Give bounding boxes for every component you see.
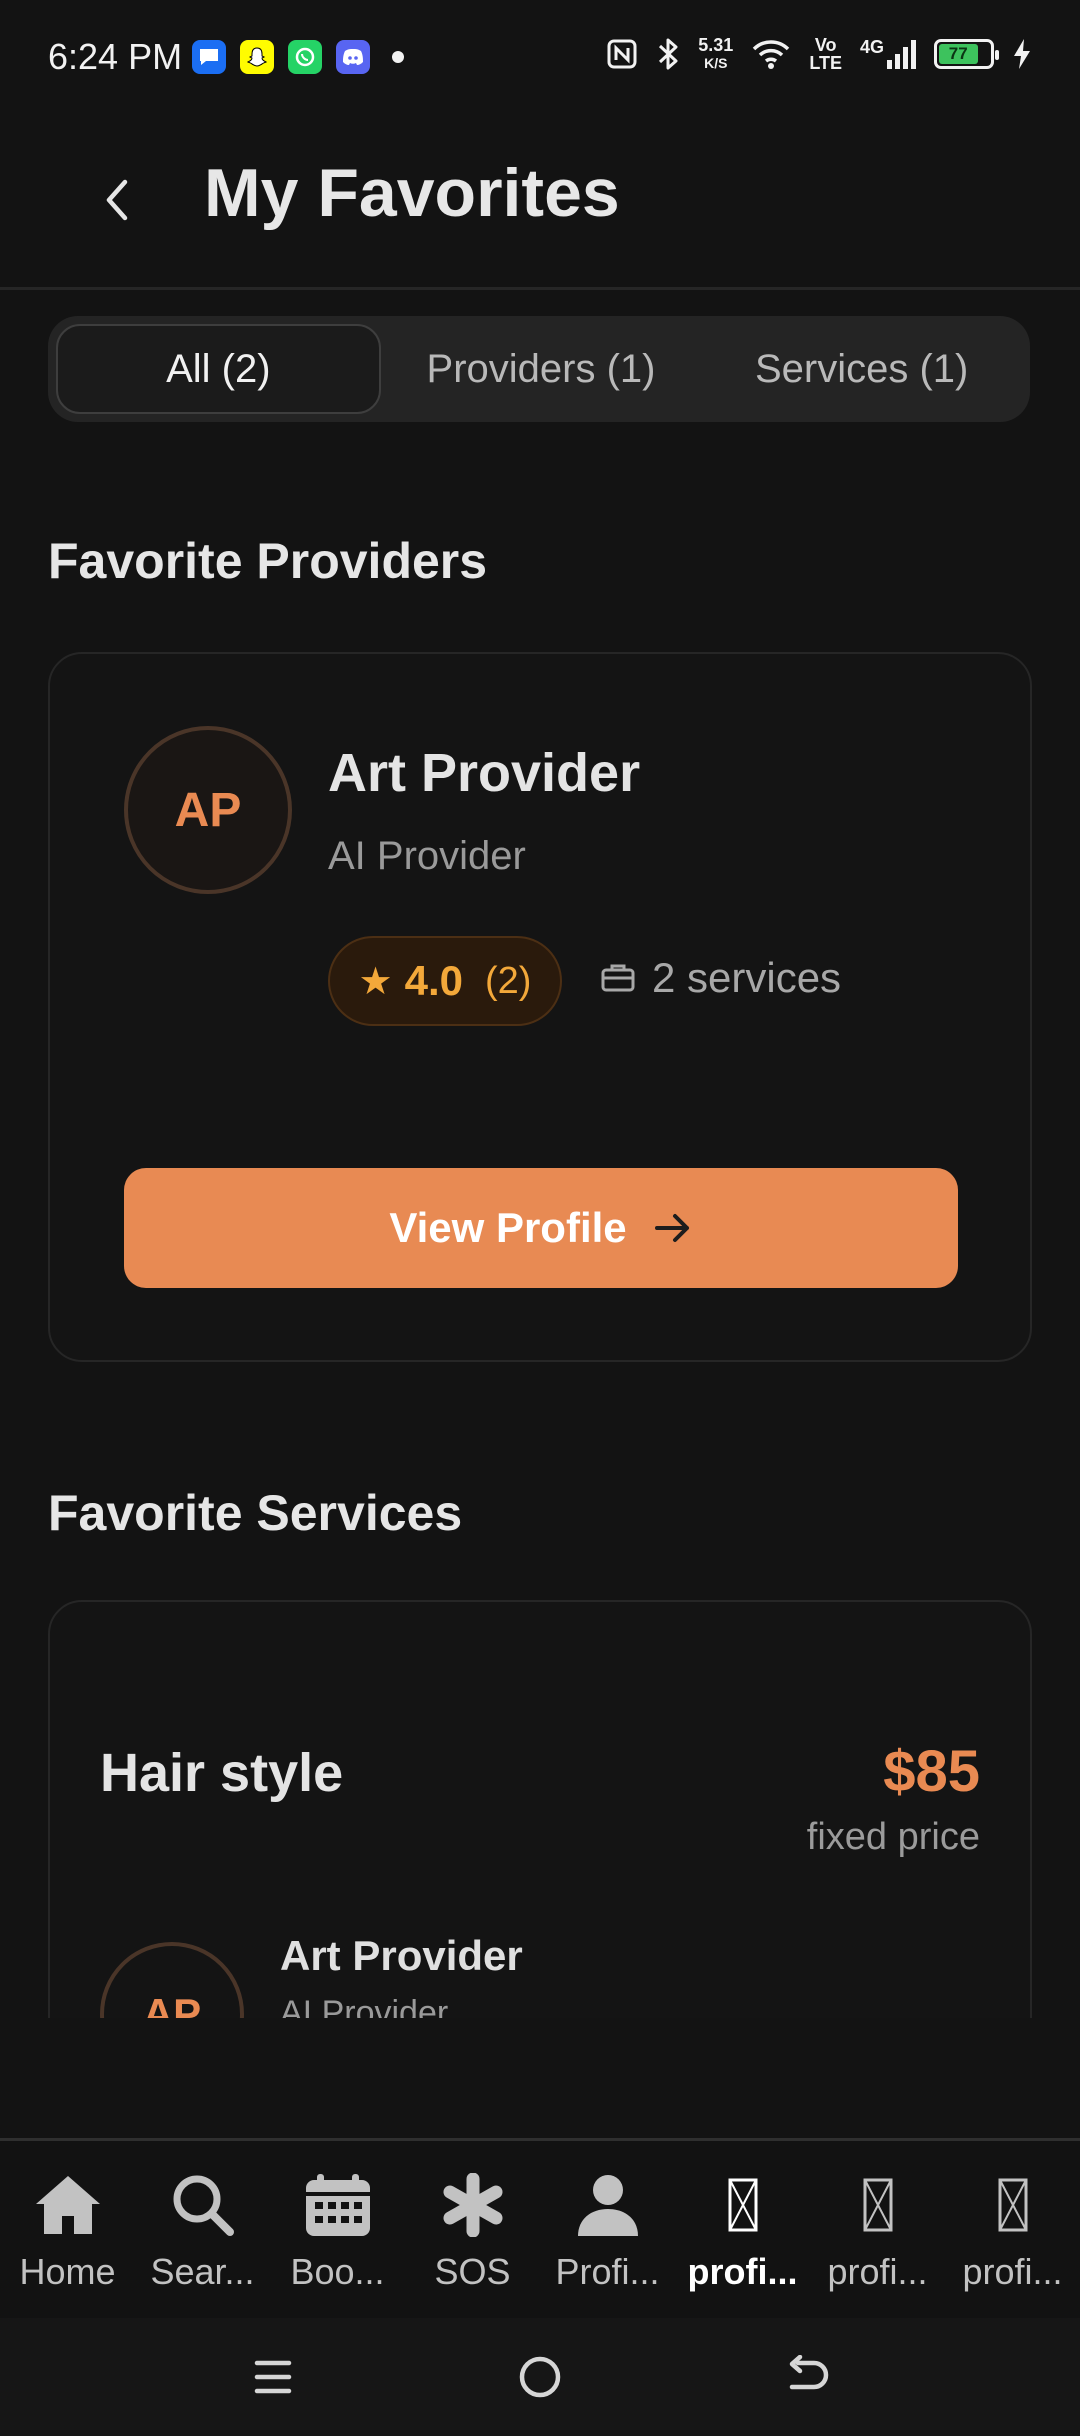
service-provider-avatar: AP: [100, 1942, 244, 2018]
volte-bottom: LTE: [809, 53, 842, 73]
page-title: My Favorites: [204, 155, 620, 231]
rating-count: (2): [485, 959, 532, 1002]
service-provider-name: Art Provider: [280, 1932, 523, 1979]
calendar-icon: [300, 2167, 376, 2243]
app-header: My Favorites: [0, 110, 1080, 290]
missing-glyph-icon: [705, 2167, 781, 2243]
circle-home-icon: [519, 2356, 561, 2398]
discord-notification-icon: [336, 40, 370, 74]
net-speed-value: 5.31: [698, 35, 734, 55]
nav-search-label: Sear...: [150, 2251, 255, 2292]
rating-value: 4.0: [404, 957, 463, 1004]
whatsapp-notification-icon: [288, 40, 322, 74]
signal-icon: [887, 40, 916, 69]
service-provider-role: AI Provider: [280, 1994, 449, 2018]
snapchat-notification-icon: [240, 40, 274, 74]
system-icons: 5.31 K/S Vo LTE 4G 77: [606, 36, 1032, 72]
battery-icon: 77: [934, 39, 999, 69]
nav-bookings[interactable]: Boo...: [270, 2141, 405, 2318]
volte-top: Vo: [814, 35, 837, 55]
tab-providers[interactable]: Providers (1): [381, 324, 702, 414]
more-notifications-dot: [392, 51, 404, 63]
notification-icons: [192, 40, 404, 74]
nav-profile-3-label: profi...: [827, 2251, 928, 2292]
net-speed-unit: K/S: [704, 55, 728, 71]
nfc-icon: [607, 39, 637, 69]
system-nav-bar: [0, 2318, 1080, 2436]
missing-glyph-icon: [975, 2167, 1051, 2243]
services-count-label: 2 services: [652, 954, 842, 1001]
wifi-icon: [753, 40, 790, 69]
services-count: 2 services: [600, 954, 841, 1002]
provider-avatar: AP: [124, 726, 292, 894]
back-button[interactable]: [90, 160, 142, 240]
service-card[interactable]: Hair style $85 fixed price AP Art Provid…: [48, 1600, 1032, 2018]
favorites-screen: 6:24 PM 5.31 K/S Vo LTE 4G 77 My Favorit…: [0, 0, 1080, 2436]
volte-indicator: Vo LTE: [809, 36, 842, 72]
nav-bookings-label: Boo...: [290, 2251, 385, 2292]
asterisk-icon: [435, 2167, 511, 2243]
service-price-type: fixed price: [806, 1816, 980, 1858]
provider-card[interactable]: AP Art Provider AI Provider ★ 4.0 (2) 2 …: [48, 652, 1032, 1362]
status-bar: 6:24 PM 5.31 K/S Vo LTE 4G 77: [0, 0, 1080, 110]
nav-home[interactable]: Home: [0, 2141, 135, 2318]
nav-profile-2-label: profi...: [687, 2251, 798, 2292]
service-name: Hair style: [100, 1743, 344, 1803]
tab-services[interactable]: Services (1): [701, 324, 1022, 414]
nav-profile[interactable]: Profi...: [540, 2141, 675, 2318]
nav-sos[interactable]: SOS: [405, 2141, 540, 2318]
search-icon: [165, 2167, 241, 2243]
arrow-right-icon: [654, 1214, 689, 1242]
signal-indicator: 4G: [860, 38, 916, 70]
services-section-title: Favorite Services: [48, 1485, 463, 1541]
nav-profile-2[interactable]: profi...: [675, 2141, 810, 2318]
return-icon: [789, 2355, 828, 2390]
person-icon: [570, 2167, 646, 2243]
provider-name: Art Provider: [328, 743, 641, 803]
messages-notification-icon: [192, 40, 226, 74]
star-icon: ★: [358, 960, 393, 1003]
rating-badge: ★ 4.0 (2): [328, 936, 562, 1026]
missing-glyph-icon: [840, 2167, 916, 2243]
providers-section-title: Favorite Providers: [48, 533, 488, 589]
home-system-button[interactable]: [510, 2347, 570, 2407]
battery-level: 77: [939, 44, 978, 64]
nav-home-label: Home: [19, 2251, 116, 2292]
tab-all[interactable]: All (2): [56, 324, 381, 414]
back-system-button[interactable]: [777, 2347, 837, 2407]
nav-profile-3[interactable]: profi...: [810, 2141, 945, 2318]
bluetooth-icon: [659, 38, 678, 70]
services-scroll-area[interactable]: Hair style $85 fixed price AP Art Provid…: [0, 1600, 1080, 2018]
chevron-left-icon: [106, 179, 128, 221]
home-icon: [30, 2167, 106, 2243]
bottom-nav: Home Sear... Boo... SOS Profi... profi..…: [0, 2138, 1080, 2318]
net-speed: 5.31 K/S: [698, 36, 733, 72]
provider-role: AI Provider: [328, 834, 526, 878]
nav-profile-4-label: profi...: [962, 2251, 1063, 2292]
service-price: $85: [883, 1739, 980, 1804]
view-profile-label: View Profile: [389, 1204, 627, 1251]
nav-profile-label: Profi...: [555, 2251, 660, 2292]
nav-sos-label: SOS: [434, 2251, 511, 2292]
filter-tabs: All (2) Providers (1) Services (1): [48, 316, 1030, 422]
nav-search[interactable]: Sear...: [135, 2141, 270, 2318]
network-type: 4G: [859, 37, 884, 57]
view-profile-button[interactable]: View Profile: [124, 1168, 958, 1288]
status-time: 6:24 PM: [48, 36, 183, 77]
briefcase-icon: [601, 964, 635, 992]
menu-icon: [255, 2360, 292, 2394]
charging-icon: [1014, 39, 1030, 69]
nav-profile-4[interactable]: profi...: [945, 2141, 1080, 2318]
recents-button[interactable]: [243, 2347, 303, 2407]
